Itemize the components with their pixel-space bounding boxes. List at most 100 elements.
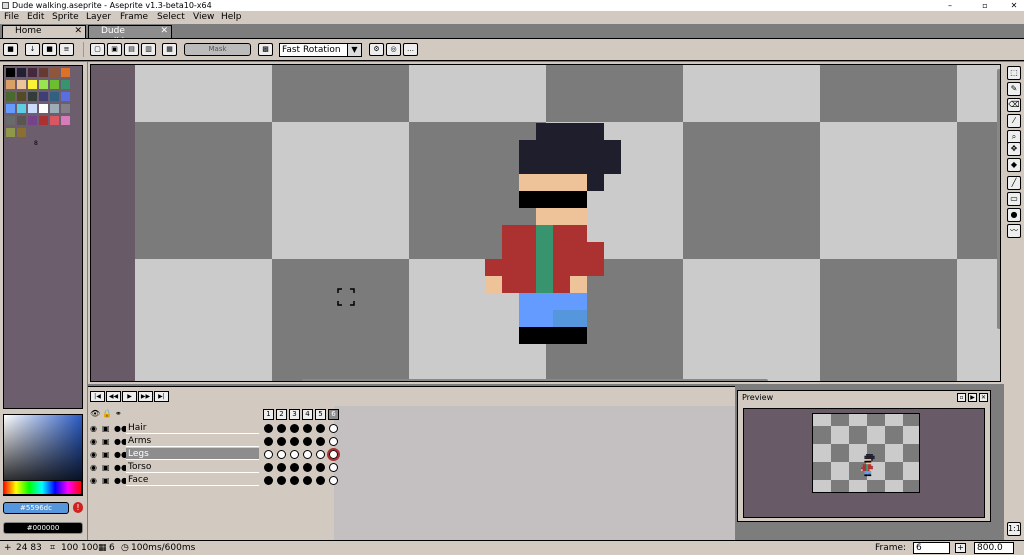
preview-close-icon[interactable]: ✕: [979, 393, 988, 402]
palette-swatch[interactable]: [39, 68, 48, 77]
cel[interactable]: [277, 463, 286, 472]
editor-canvas[interactable]: [90, 64, 1001, 382]
cel[interactable]: [303, 424, 312, 433]
hue-slider[interactable]: [3, 480, 81, 494]
vertical-scrollbar[interactable]: [997, 69, 1000, 329]
cel[interactable]: [327, 448, 340, 461]
move-tool-icon[interactable]: ✥: [1007, 142, 1021, 156]
rotation-algorithm-select[interactable]: Fast Rotation ▼: [279, 43, 362, 57]
contour-tool-icon[interactable]: ●: [1007, 208, 1021, 222]
cel[interactable]: [277, 437, 286, 446]
layer-name[interactable]: Torso: [126, 461, 259, 473]
actual-size-icon[interactable]: 1:1: [1007, 522, 1021, 536]
cel[interactable]: [264, 450, 273, 459]
layer-name[interactable]: Hair: [126, 422, 259, 434]
layer-eye-icon[interactable]: ◉: [90, 436, 97, 448]
frame-header-6[interactable]: 6: [328, 409, 339, 420]
transparent-color-icon[interactable]: ▦: [162, 43, 177, 56]
cel[interactable]: [303, 450, 312, 459]
cel[interactable]: [329, 476, 338, 485]
palette-swatch[interactable]: [50, 80, 59, 89]
selection-add-icon[interactable]: ▣: [107, 43, 122, 56]
layer-lock-icon[interactable]: ▣: [102, 423, 110, 435]
blur-tool-icon[interactable]: 〰: [1007, 224, 1021, 238]
tab-document-close-icon[interactable]: ✕: [160, 26, 168, 37]
previous-frame-button[interactable]: ◀◀: [106, 391, 121, 402]
preview-canvas[interactable]: [743, 408, 985, 518]
menu-view[interactable]: View: [193, 11, 214, 24]
frame-header-5[interactable]: 5: [315, 409, 326, 420]
palette-swatch[interactable]: [61, 92, 70, 101]
cel[interactable]: [290, 437, 299, 446]
cel[interactable]: [264, 437, 273, 446]
foreground-color-button[interactable]: #5596dc: [3, 502, 69, 514]
layer-name[interactable]: Arms: [126, 435, 259, 447]
cel[interactable]: [303, 476, 312, 485]
tab-home[interactable]: Home ✕: [2, 25, 86, 38]
layer-lock-icon[interactable]: ▣: [102, 436, 110, 448]
palette-swatch[interactable]: [61, 116, 70, 125]
cel[interactable]: [264, 424, 273, 433]
cel[interactable]: [316, 463, 325, 472]
selection-replace-icon[interactable]: ▢: [90, 43, 105, 56]
cel[interactable]: [290, 463, 299, 472]
palette-swatch[interactable]: [17, 128, 26, 137]
layer-row[interactable]: ◉ ▣ ●● Arms: [88, 435, 262, 448]
tab-home-close-icon[interactable]: ✕: [74, 26, 82, 37]
fill-tool-icon[interactable]: ◆: [1007, 158, 1021, 172]
selection-intersect-icon[interactable]: ▥: [141, 43, 156, 56]
rectangle-tool-icon[interactable]: ▭: [1007, 192, 1021, 206]
palette-swatch[interactable]: [17, 68, 26, 77]
layer-lock-icon[interactable]: ▣: [102, 475, 110, 487]
palette-swatch[interactable]: [50, 116, 59, 125]
frame-header-3[interactable]: 3: [289, 409, 300, 420]
chevron-down-icon[interactable]: ▼: [347, 44, 361, 56]
cel[interactable]: [277, 450, 286, 459]
background-color-button[interactable]: #000000: [3, 522, 83, 534]
layer-eye-icon[interactable]: ◉: [90, 449, 97, 461]
next-frame-button[interactable]: ▶▶: [138, 391, 153, 402]
minimize-button[interactable]: –: [940, 0, 960, 11]
menu-edit[interactable]: Edit: [27, 11, 44, 24]
menu-frame[interactable]: Frame: [120, 11, 148, 24]
cel[interactable]: [290, 476, 299, 485]
first-frame-button[interactable]: |◀: [90, 391, 105, 402]
cel[interactable]: [303, 463, 312, 472]
palette-swatch[interactable]: [28, 104, 37, 113]
cel[interactable]: [329, 424, 338, 433]
palette-swatch[interactable]: [6, 80, 15, 89]
cel[interactable]: [264, 463, 273, 472]
palette-swatch[interactable]: [61, 104, 70, 113]
menu-select[interactable]: Select: [157, 11, 185, 24]
header-link-icon[interactable]: ⚭: [115, 409, 122, 418]
play-button[interactable]: ▶: [122, 391, 137, 402]
layer-row[interactable]: ◉ ▣ ●● Torso: [88, 461, 262, 474]
palette-swatch[interactable]: [50, 104, 59, 113]
layer-row[interactable]: ◉ ▣ ●● Face: [88, 474, 262, 487]
palette-swatch[interactable]: [39, 92, 48, 101]
layer-lock-icon[interactable]: ▣: [102, 449, 110, 461]
cel[interactable]: [316, 476, 325, 485]
line-tool-icon[interactable]: ╱: [1007, 176, 1021, 190]
cel[interactable]: [290, 424, 299, 433]
palette-swatch[interactable]: [17, 80, 26, 89]
layer-row[interactable]: ◉ ▣ ●● Legs: [88, 448, 262, 461]
palette-swatch[interactable]: [61, 80, 70, 89]
layer-lock-icon[interactable]: ▣: [102, 462, 110, 474]
cel[interactable]: [316, 450, 325, 459]
selection-subtract-icon[interactable]: ▤: [124, 43, 139, 56]
cel[interactable]: [277, 424, 286, 433]
maximize-button[interactable]: ▫: [975, 0, 995, 11]
menu-layer[interactable]: Layer: [86, 11, 111, 24]
menu-help[interactable]: Help: [221, 11, 242, 24]
pencil-tool-icon[interactable]: ✎: [1007, 82, 1021, 96]
cel[interactable]: [316, 424, 325, 433]
palette-swatch[interactable]: [17, 116, 26, 125]
palette-swatch[interactable]: [6, 116, 15, 125]
palette-swatch[interactable]: [28, 92, 37, 101]
last-frame-button[interactable]: ▶|: [154, 391, 169, 402]
palette-swatch[interactable]: [61, 68, 70, 77]
marquee-tool-icon[interactable]: ⬚: [1007, 66, 1021, 80]
palette-swatch[interactable]: [28, 80, 37, 89]
preview-play-icon[interactable]: ▶: [968, 393, 977, 402]
